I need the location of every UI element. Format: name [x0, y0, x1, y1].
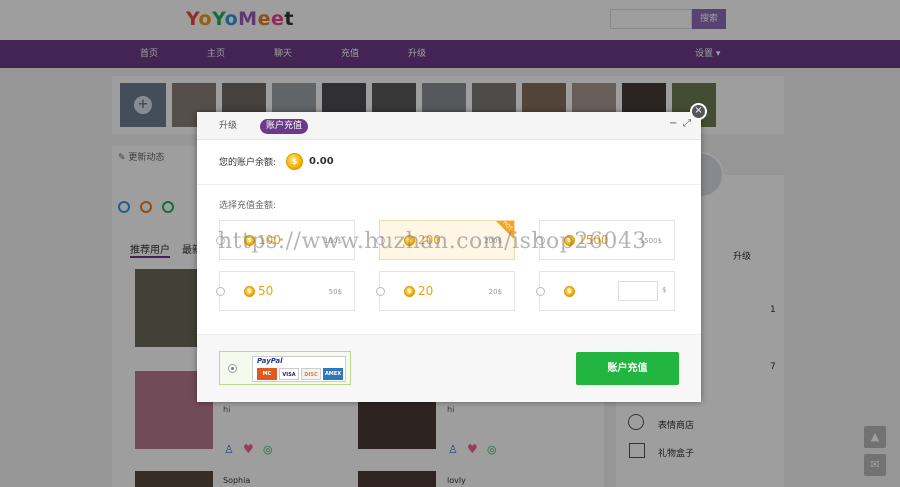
coin-icon: $ [244, 286, 255, 297]
coin-icon: $ [564, 286, 575, 297]
balance-value: 0.00 [309, 155, 334, 167]
balance-row: 您的账户余额: $ 0.00 [219, 152, 334, 170]
modal-header: 升级 账户充值 − ⤢ [197, 112, 701, 140]
visa-icon: VISA [279, 368, 299, 380]
choose-amount-label: 选择充值金额: [219, 201, 277, 211]
option-price: $ [662, 286, 667, 294]
amex-icon: AMEX [323, 368, 343, 380]
option-price: 50$ [328, 288, 342, 296]
option-price: 20$ [488, 288, 502, 296]
divider [197, 184, 701, 185]
radio-button[interactable] [376, 287, 385, 296]
balance-label: 您的账户余额: [219, 157, 277, 168]
paypal-option[interactable]: PayPal MC VISA DISC AMEX [219, 351, 351, 385]
radio-button[interactable] [536, 287, 545, 296]
option-amount: 20 [418, 284, 434, 298]
option-amount: 50 [258, 284, 274, 298]
amount-option-custom[interactable]: $ $ [536, 271, 675, 311]
tab-upgrade[interactable]: 升级 [213, 119, 243, 134]
coin-icon: $ [404, 286, 415, 297]
mastercard-icon: MC [257, 368, 277, 380]
paypal-logo: PayPal MC VISA DISC AMEX [252, 356, 346, 382]
radio-button[interactable] [228, 364, 237, 373]
minimize-icon[interactable]: − [669, 118, 677, 129]
close-icon[interactable]: × [690, 103, 707, 120]
custom-amount-input[interactable] [618, 281, 658, 301]
coin-icon: $ [286, 152, 304, 170]
radio-button[interactable] [216, 287, 225, 296]
amount-option[interactable]: $ 20 20$ [376, 271, 515, 311]
amount-option[interactable]: $ 50 50$ [216, 271, 355, 311]
recharge-modal: 升级 账户充值 − ⤢ 您的账户余额: $ 0.00 选择充值金额: $ 100… [197, 112, 701, 402]
tab-account-recharge[interactable]: 账户充值 [260, 119, 309, 134]
discover-icon: DISC [301, 368, 321, 380]
maximize-icon[interactable]: ⤢ [683, 118, 691, 129]
payment-area: PayPal MC VISA DISC AMEX 账户充值 [197, 334, 701, 402]
watermark-text: https://www.huzhan.com/ishop26043 [218, 229, 647, 254]
recharge-button[interactable]: 账户充值 [576, 352, 679, 385]
